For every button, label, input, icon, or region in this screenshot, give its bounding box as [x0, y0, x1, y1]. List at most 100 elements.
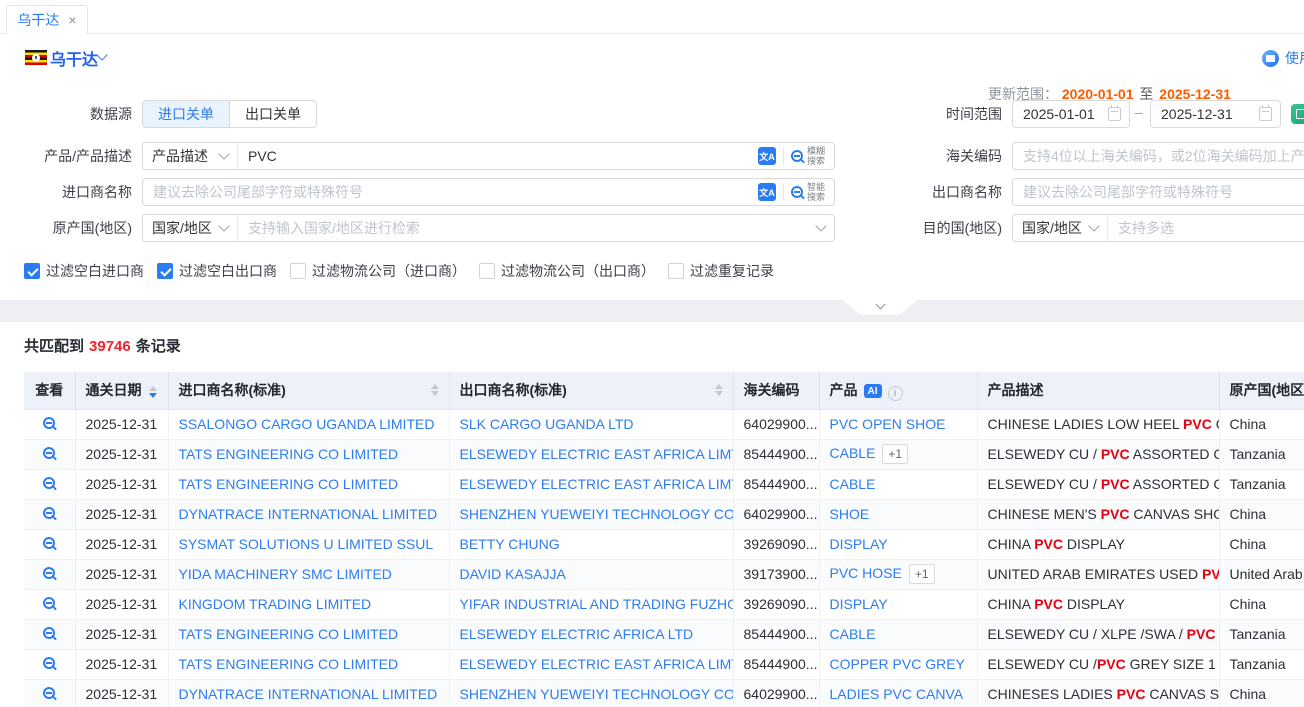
exporter-link[interactable]: ELSEWEDY ELECTRIC AFRICA LTD	[460, 626, 694, 642]
start-date-value[interactable]	[1013, 106, 1107, 122]
product-link[interactable]: DISPLAY	[830, 536, 888, 552]
chevron-down-icon[interactable]	[96, 49, 107, 60]
chevron-down-icon[interactable]	[815, 220, 826, 231]
checkbox-icon[interactable]	[290, 263, 306, 279]
importer-link[interactable]: YIDA MACHINERY SMC LIMITED	[179, 566, 392, 582]
translate-icon[interactable]: 文A	[758, 183, 776, 201]
product-link[interactable]: CABLE	[830, 476, 876, 492]
cell-importer: KINGDOM TRADING LIMITED	[168, 589, 449, 619]
cell-origin: China	[1219, 679, 1304, 707]
exporter-link[interactable]: SHENZHEN YUEWEIYI TECHNOLOGY CO LTD	[460, 686, 734, 702]
product-link[interactable]: SHOE	[830, 506, 870, 522]
translate-icon[interactable]: 文A	[758, 147, 776, 165]
product-link[interactable]: PVC OPEN SHOE	[830, 416, 946, 432]
checkbox-icon[interactable]	[668, 263, 684, 279]
checkbox-icon[interactable]	[479, 263, 495, 279]
tab-import-customs[interactable]: 进口关单	[143, 101, 229, 127]
origin-input[interactable]	[238, 220, 817, 236]
checkbox-icon[interactable]	[157, 263, 173, 279]
start-date-input[interactable]	[1012, 100, 1130, 128]
view-record-button[interactable]	[43, 506, 55, 522]
importer-link[interactable]: TATS ENGINEERING CO LIMITED	[179, 656, 399, 672]
description-highlight: PVC	[1101, 506, 1130, 522]
origin-type-select[interactable]: 国家/地区	[143, 215, 238, 241]
help-link[interactable]: 使用	[1262, 48, 1304, 68]
exporter-link[interactable]: ELSEWEDY ELECTRIC EAST AFRICA LIMTED	[460, 446, 734, 462]
filter-checkbox[interactable]: 过滤物流公司（进口商）	[290, 261, 466, 281]
importer-link[interactable]: TATS ENGINEERING CO LIMITED	[179, 476, 399, 492]
view-record-button[interactable]	[43, 656, 55, 672]
view-record-button[interactable]	[43, 536, 55, 552]
importer-input[interactable]	[143, 184, 758, 200]
filter-checkbox[interactable]: 过滤重复记录	[668, 261, 774, 281]
info-icon[interactable]	[888, 386, 903, 401]
sort-importer-button[interactable]	[431, 384, 439, 396]
destination-input[interactable]	[1108, 220, 1304, 236]
more-products-badge[interactable]: +1	[909, 564, 935, 584]
end-date-value[interactable]	[1151, 106, 1245, 122]
view-record-button[interactable]	[43, 686, 55, 702]
destination-type-select[interactable]: 国家/地区	[1013, 215, 1108, 241]
checkbox-label: 过滤物流公司（进口商）	[312, 261, 466, 281]
importer-link[interactable]: SYSMAT SOLUTIONS U LIMITED SSUL	[179, 536, 434, 552]
more-products-badge[interactable]: +1	[882, 444, 908, 464]
destination-input-group: 国家/地区	[1012, 214, 1304, 242]
cell-exporter: DAVID KASAJJA	[449, 559, 733, 589]
product-search-input[interactable]	[238, 148, 758, 164]
exporter-link[interactable]: ELSEWEDY ELECTRIC EAST AFRICA LIMTED	[460, 476, 734, 492]
view-record-button[interactable]	[43, 626, 55, 642]
importer-link[interactable]: TATS ENGINEERING CO LIMITED	[179, 446, 399, 462]
sort-exporter-button[interactable]	[715, 384, 723, 396]
ai-badge: AI	[864, 384, 882, 398]
exporter-link[interactable]: SHENZHEN YUEWEIYI TECHNOLOGY CO LTD	[460, 506, 734, 522]
cell-product: DISPLAY	[819, 589, 977, 619]
panel-separator	[0, 300, 1304, 322]
product-link[interactable]: CABLE	[830, 626, 876, 642]
cell-view	[24, 589, 75, 619]
product-link[interactable]: COPPER PVC GREY	[830, 656, 965, 672]
fuzzy-search-button[interactable]: 模糊搜索	[791, 146, 825, 167]
cell-exporter: YIFAR INDUSTRIAL AND TRADING FUZHOU...	[449, 589, 733, 619]
country-title[interactable]: 乌干达	[50, 46, 98, 70]
col-hs-code: 海关编码	[733, 372, 819, 409]
importer-link[interactable]: DYNATRACE INTERNATIONAL LIMITED	[179, 506, 438, 522]
hs-code-input[interactable]	[1013, 148, 1304, 164]
cell-importer: TATS ENGINEERING CO LIMITED	[168, 439, 449, 469]
product-link[interactable]: PVC HOSE	[830, 565, 902, 581]
close-icon[interactable]: ×	[68, 12, 76, 28]
exporter-link[interactable]: SLK CARGO UGANDA LTD	[460, 416, 634, 432]
product-link[interactable]: LADIES PVC CANVA	[830, 686, 964, 702]
product-link[interactable]: CABLE	[830, 445, 876, 461]
tab-uganda[interactable]: 乌干达 ×	[6, 5, 88, 34]
end-date-input[interactable]	[1150, 100, 1281, 128]
exporter-link[interactable]: YIFAR INDUSTRIAL AND TRADING FUZHOU...	[460, 596, 734, 612]
product-input-group: 产品描述 文A 模糊搜索	[142, 142, 835, 170]
product-type-select[interactable]: 产品描述	[143, 143, 238, 169]
view-record-button[interactable]	[43, 446, 55, 462]
exporter-link[interactable]: BETTY CHUNG	[460, 536, 560, 552]
importer-link[interactable]: KINGDOM TRADING LIMITED	[179, 596, 372, 612]
exporter-link[interactable]: DAVID KASAJJA	[460, 566, 566, 582]
sort-date-button[interactable]	[149, 386, 157, 398]
filter-checkbox[interactable]: 过滤空白出口商	[157, 261, 277, 281]
filter-checkbox[interactable]: 过滤物流公司（出口商）	[479, 261, 655, 281]
importer-link[interactable]: SSALONGO CARGO UGANDA LIMITED	[179, 416, 435, 432]
view-record-button[interactable]	[43, 596, 55, 612]
tab-export-customs[interactable]: 出口关单	[229, 101, 316, 127]
product-link[interactable]: DISPLAY	[830, 596, 888, 612]
view-record-button[interactable]	[43, 476, 55, 492]
exporter-link[interactable]: ELSEWEDY ELECTRIC EAST AFRICA LIMTED	[460, 656, 734, 672]
product-type-value: 产品描述	[152, 146, 208, 166]
view-record-button[interactable]	[43, 416, 55, 432]
filter-checkbox[interactable]: 过滤空白进口商	[24, 261, 144, 281]
importer-link[interactable]: TATS ENGINEERING CO LIMITED	[179, 626, 399, 642]
cell-date: 2025-12-31	[75, 499, 168, 529]
view-record-button[interactable]	[43, 566, 55, 582]
exporter-input[interactable]	[1013, 184, 1304, 200]
importer-link[interactable]: DYNATRACE INTERNATIONAL LIMITED	[179, 686, 438, 702]
green-tool-icon[interactable]	[1291, 104, 1304, 124]
magnifier-icon	[43, 687, 55, 699]
checkbox-icon[interactable]	[24, 263, 40, 279]
smart-search-button[interactable]: 智能搜索	[791, 182, 825, 203]
help-icon	[1262, 50, 1279, 67]
